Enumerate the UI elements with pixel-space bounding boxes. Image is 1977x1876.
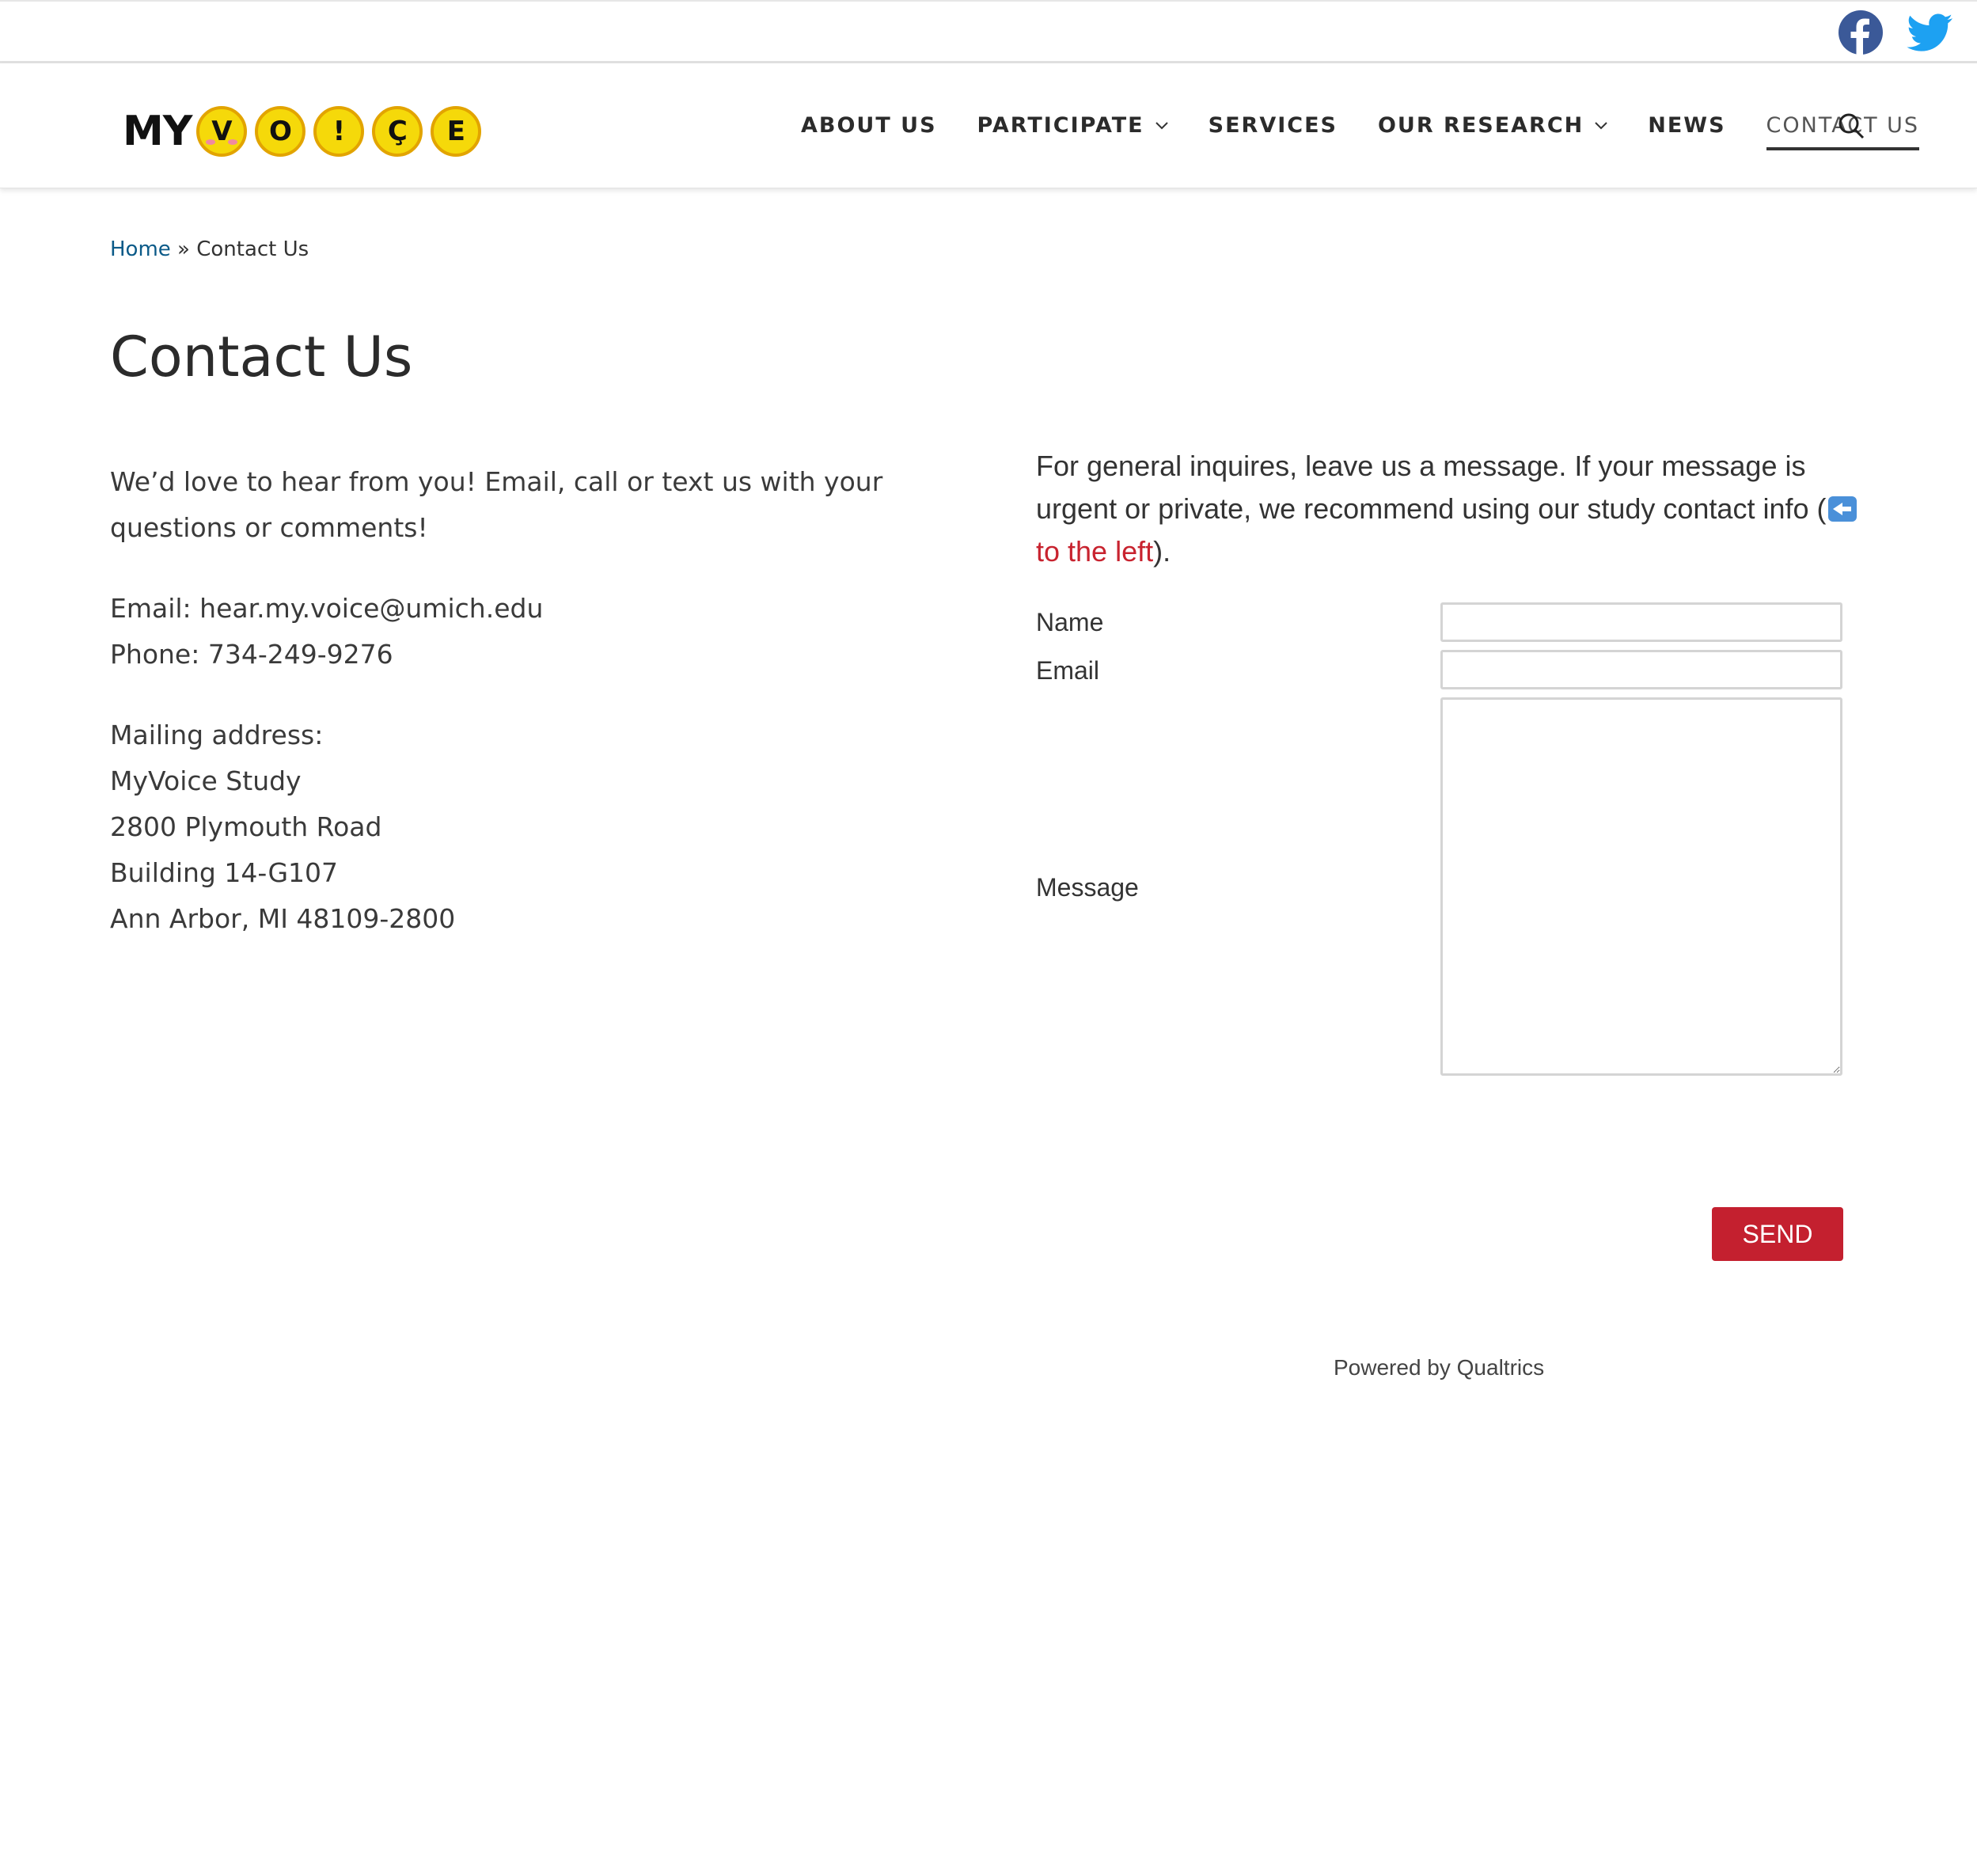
nav-item-news[interactable]: NEWS (1648, 105, 1725, 146)
logo-bubble-c: Ç (372, 106, 423, 157)
contact-info: We’d love to hear from you! Email, call … (110, 459, 981, 977)
page-title: Contact Us (110, 325, 413, 389)
address-line: Building 14-G107 (110, 857, 339, 888)
nav-item-our-research[interactable]: OUR RESEARCH (1378, 105, 1607, 146)
logo-bubble-o: O (255, 106, 306, 157)
message-label: Message (1036, 873, 1139, 902)
myvoice-logo[interactable]: MY V O ! Ç E (123, 101, 489, 161)
logo-bubble-exclaim: ! (313, 106, 365, 157)
twitter-icon[interactable] (1906, 9, 1955, 55)
nav-item-about-us[interactable]: ABOUT US (801, 105, 937, 146)
address-line: MyVoice Study (110, 765, 302, 796)
send-button[interactable]: SEND (1712, 1207, 1843, 1261)
facebook-icon[interactable] (1838, 9, 1884, 55)
nav-item-participate[interactable]: PARTICIPATE (977, 105, 1168, 146)
logo-bubble-v: V (196, 106, 248, 157)
message-field[interactable] (1440, 697, 1842, 1076)
contact-phone[interactable]: Phone: 734-249-9276 (110, 632, 981, 678)
powered-by-qualtrics[interactable]: Powered by Qualtrics (1334, 1355, 1544, 1380)
logo-bubble-e: E (431, 106, 482, 157)
chevron-down-icon (1155, 121, 1168, 129)
contact-intro: We’d love to hear from you! Email, call … (110, 466, 883, 543)
to-the-left-link[interactable]: to the left (1036, 535, 1153, 568)
address-line: Ann Arbor, MI 48109-2800 (110, 903, 456, 934)
main-nav: ABOUT US PARTICIPATE SERVICES OUR RESEAR… (801, 63, 1960, 188)
name-label: Name (1036, 608, 1104, 636)
breadcrumb-separator: » (170, 237, 197, 261)
form-intro-text: For general inquires, leave us a message… (1036, 450, 1827, 525)
site-header: MY V O ! Ç E ABOUT US PARTICIPATE SERVIC… (0, 63, 1977, 188)
email-label: Email (1036, 656, 1100, 685)
left-arrow-icon (1827, 496, 1857, 522)
contact-email[interactable]: Email: hear.my.voice@umich.edu (110, 586, 981, 632)
email-field[interactable] (1440, 650, 1842, 689)
name-field[interactable] (1440, 602, 1842, 642)
mailing-heading: Mailing address: (110, 720, 324, 750)
logo-text: MY (123, 108, 192, 155)
breadcrumb-current: Contact Us (196, 237, 309, 261)
breadcrumb-home-link[interactable]: Home (110, 237, 171, 261)
form-intro: For general inquires, leave us a message… (1036, 445, 1867, 573)
chevron-down-icon (1595, 121, 1607, 129)
breadcrumb: Home » Contact Us (110, 237, 309, 261)
address-line: 2800 Plymouth Road (110, 811, 382, 842)
search-icon[interactable] (1838, 112, 1865, 139)
nav-item-services[interactable]: SERVICES (1209, 105, 1338, 146)
social-bar (0, 0, 1977, 63)
